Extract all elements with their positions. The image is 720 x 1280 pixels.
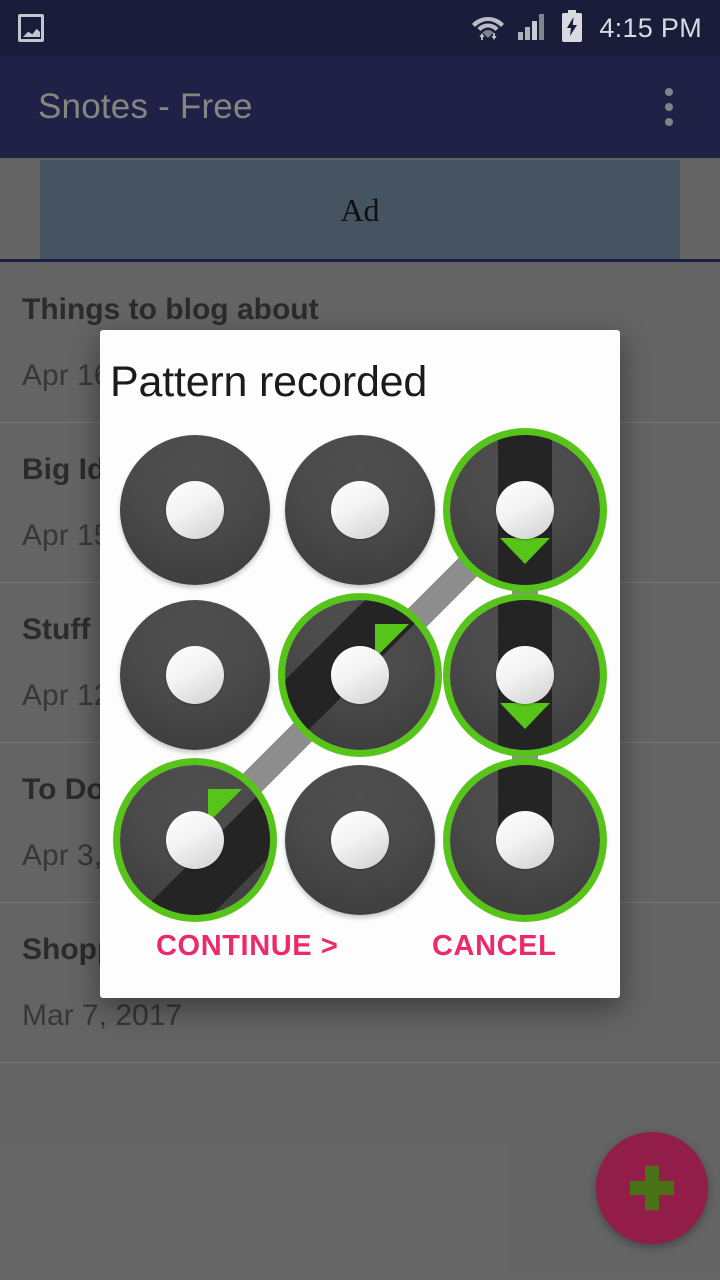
- pattern-node-center: [166, 811, 224, 869]
- pattern-arrow-down: [500, 538, 550, 564]
- pattern-node-center: [496, 646, 554, 704]
- continue-button[interactable]: CONTINUE >: [156, 930, 338, 963]
- pattern-node-center: [331, 646, 389, 704]
- pattern-node-center: [166, 481, 224, 539]
- pattern-node-center: [331, 811, 389, 869]
- pattern-lock-grid[interactable]: [120, 435, 600, 915]
- pattern-node-3[interactable]: [120, 600, 270, 750]
- pattern-node-8[interactable]: [450, 765, 600, 915]
- pattern-node-0[interactable]: [120, 435, 270, 585]
- pattern-node-center: [166, 646, 224, 704]
- pattern-node-1[interactable]: [285, 435, 435, 585]
- pattern-node-6[interactable]: [120, 765, 270, 915]
- pattern-node-7[interactable]: [285, 765, 435, 915]
- pattern-node-center: [331, 481, 389, 539]
- pattern-node-center: [496, 481, 554, 539]
- cancel-button[interactable]: CANCEL: [432, 930, 556, 963]
- pattern-arrow-down: [500, 703, 550, 729]
- dialog-actions: CONTINUE > CANCEL: [100, 916, 620, 998]
- phone-screen: 4:15 PM Snotes - Free Ad Things to blog …: [0, 0, 720, 1280]
- pattern-recorded-dialog: Pattern recorded CONTINUE > CANCEL: [100, 330, 620, 998]
- pattern-node-5[interactable]: [450, 600, 600, 750]
- dialog-title: Pattern recorded: [110, 358, 428, 406]
- pattern-arrow-up-right: [375, 624, 409, 658]
- pattern-node-4[interactable]: [285, 600, 435, 750]
- pattern-node-2[interactable]: [450, 435, 600, 585]
- pattern-node-center: [496, 811, 554, 869]
